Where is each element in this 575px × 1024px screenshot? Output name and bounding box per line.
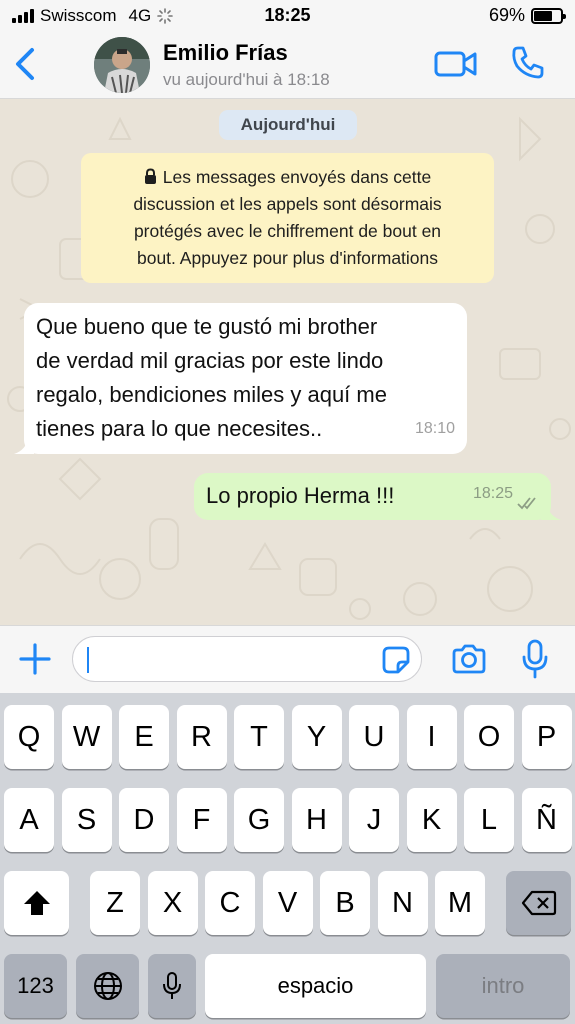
return-key[interactable]: intro — [436, 954, 570, 1018]
camera-icon[interactable] — [451, 643, 487, 675]
globe-icon — [93, 972, 122, 1000]
chevron-left-icon[interactable] — [10, 46, 40, 82]
sticker-icon[interactable] — [381, 645, 411, 675]
key-f[interactable]: F — [176, 788, 227, 852]
key-d[interactable]: D — [119, 788, 169, 852]
bubble-tail — [14, 438, 34, 454]
encryption-line: Les messages envoyés dans cette — [95, 164, 480, 191]
avatar-image — [94, 37, 150, 93]
microphone-icon — [163, 972, 181, 999]
key-y[interactable]: Y — [291, 705, 342, 769]
shift-key[interactable] — [4, 871, 69, 935]
encryption-line: discussion et les appels sont désormais — [133, 194, 442, 214]
encryption-text-1: Les messages envoyés dans cette — [162, 167, 432, 187]
message-line: tienes para lo que necesites.. — [36, 416, 323, 441]
phone-icon[interactable] — [510, 44, 546, 80]
key-j[interactable]: J — [349, 788, 399, 852]
message-line: regalo, bendiciones miles y aquí me — [36, 382, 387, 407]
video-camera-icon[interactable] — [434, 48, 478, 80]
status-right: 69% — [488, 5, 566, 26]
key-v[interactable]: V — [262, 871, 313, 935]
key-t[interactable]: T — [234, 705, 284, 769]
key-k[interactable]: K — [406, 788, 457, 852]
key-h[interactable]: H — [291, 788, 342, 852]
date-separator: Aujourd'hui — [219, 110, 357, 140]
key-l[interactable]: L — [464, 788, 514, 852]
last-seen-status: vu aujourd'hui à 18:18 — [163, 70, 330, 89]
message-input[interactable] — [72, 636, 422, 682]
encryption-notice[interactable]: Les messages envoyés dans cette discussi… — [81, 153, 494, 283]
delete-key[interactable] — [506, 871, 571, 935]
outgoing-message-bubble[interactable]: Lo propio Herma !!! 18:25 — [194, 473, 561, 520]
status-bar: Swisscom 4G 18:25 69% — [0, 0, 575, 32]
key-n[interactable]: N — [377, 871, 428, 935]
incoming-message-bubble[interactable]: Que bueno que te gustó mi brother de ver… — [14, 303, 467, 454]
chat-area[interactable]: Aujourd'hui Les messages envoyés dans ce… — [0, 99, 575, 625]
key-u[interactable]: U — [349, 705, 399, 769]
key-s[interactable]: S — [61, 788, 112, 852]
lock-icon — [144, 168, 156, 184]
bubble-tail — [541, 504, 561, 520]
message-line: Que bueno que te gustó mi brother — [36, 314, 378, 339]
avatar[interactable] — [94, 37, 150, 93]
key-o[interactable]: O — [464, 705, 514, 769]
key-a[interactable]: A — [4, 788, 54, 852]
encryption-line: bout. Appuyez pour plus d'informations — [136, 248, 439, 268]
key-e[interactable]: E — [119, 705, 169, 769]
contact-name[interactable]: Emilio Frías — [163, 40, 288, 66]
globe-key[interactable] — [76, 954, 139, 1018]
message-time: 18:25 — [472, 485, 513, 502]
key-p[interactable]: P — [521, 705, 572, 769]
key-q[interactable]: Q — [4, 705, 54, 769]
key-r[interactable]: R — [176, 705, 227, 769]
key-m[interactable]: M — [435, 871, 485, 935]
message-composer — [0, 625, 575, 693]
key-w[interactable]: W — [61, 705, 112, 769]
battery-level — [534, 10, 552, 21]
plus-icon[interactable] — [18, 642, 52, 676]
dictation-key[interactable] — [148, 954, 196, 1018]
numbers-key[interactable]: 123 — [4, 954, 67, 1018]
key-g[interactable]: G — [234, 788, 284, 852]
keyboard: 123 espacio intro QWERTYUIOP ASDFGHJKLÑ ZX… — [0, 693, 575, 1024]
microphone-icon[interactable] — [521, 639, 549, 679]
backspace-icon — [521, 890, 556, 916]
space-key[interactable]: espacio — [205, 954, 426, 1018]
chat-header: Emilio Frías vu aujourd'hui à 18:18 — [0, 32, 575, 99]
double-check-icon — [517, 497, 536, 510]
key-z[interactable]: Z — [90, 871, 140, 935]
key-x[interactable]: X — [147, 871, 198, 935]
message-line: de verdad mil gracias por este lindo — [36, 348, 384, 373]
key-ñ[interactable]: Ñ — [521, 788, 572, 852]
battery-percent: 69% — [488, 5, 525, 25]
text-cursor — [87, 647, 89, 673]
key-c[interactable]: C — [205, 871, 255, 935]
key-b[interactable]: B — [320, 871, 370, 935]
shift-icon — [23, 891, 50, 915]
key-i[interactable]: I — [406, 705, 457, 769]
encryption-line: protégés avec le chiffrement de bout en — [133, 221, 442, 241]
message-time: 18:10 — [414, 420, 455, 437]
battery-icon — [531, 7, 566, 24]
